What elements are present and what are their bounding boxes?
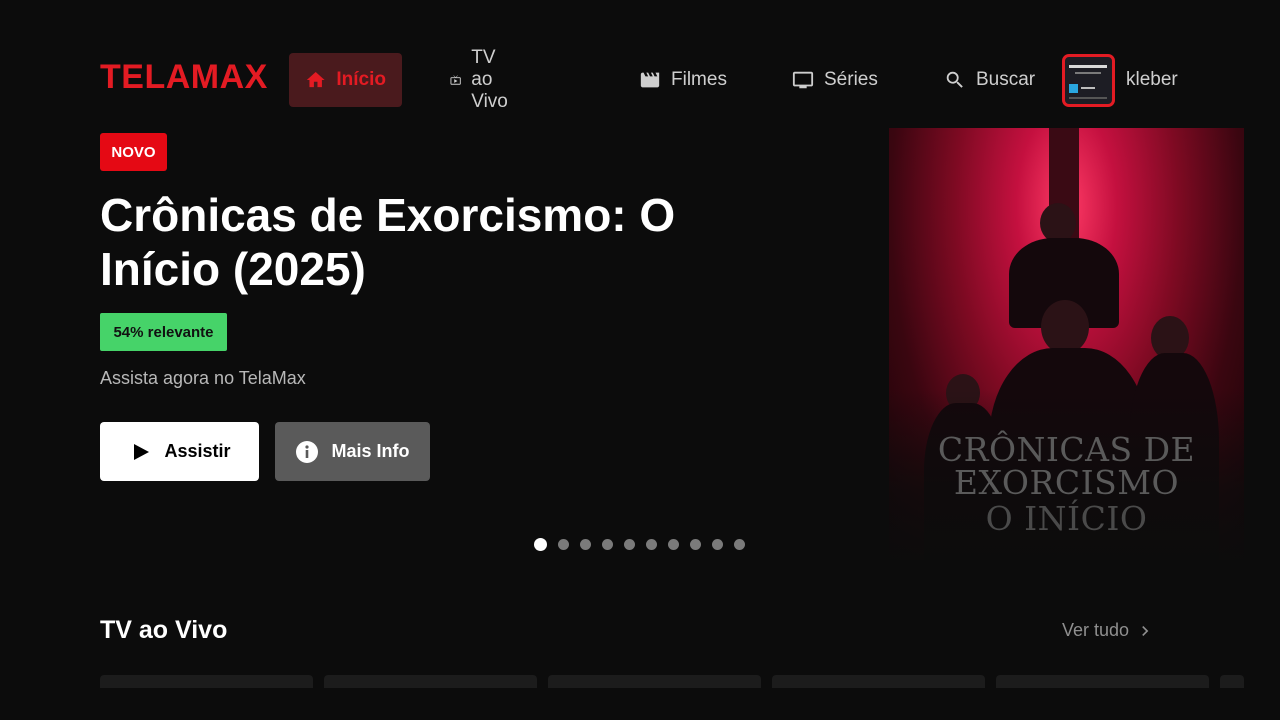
new-badge: NOVO (100, 133, 167, 171)
carousel-indicator (534, 538, 745, 551)
nav-label-inicio: Início (336, 69, 386, 90)
nav-label-buscar: Buscar (976, 69, 1036, 90)
play-icon (134, 443, 150, 460)
carousel-dot[interactable] (624, 539, 635, 550)
carousel-dot[interactable] (646, 539, 657, 550)
channel-card[interactable] (548, 675, 761, 688)
more-info-button[interactable]: Mais Info (275, 422, 430, 481)
search-icon (946, 71, 963, 88)
carousel-dot[interactable] (602, 539, 613, 550)
nav-item-tv-ao-vivo[interactable]: TV ao Vivo (450, 47, 519, 112)
profile-username[interactable]: kleber (1126, 69, 1178, 91)
profile-avatar[interactable] (1062, 54, 1115, 107)
see-all-link[interactable]: Ver tudo (1062, 620, 1155, 641)
tv-monitor-icon (792, 71, 814, 89)
channel-card[interactable] (324, 675, 537, 688)
nav-item-filmes[interactable]: Filmes (639, 53, 727, 107)
nav-label-tv-ao-vivo: TV ao Vivo (471, 47, 508, 112)
play-button-label: Assistir (164, 441, 231, 461)
live-tv-icon (450, 75, 461, 85)
carousel-dot[interactable] (690, 539, 701, 550)
channel-card[interactable] (996, 675, 1209, 688)
hero-subtitle: Assista agora no TelaMax (100, 368, 306, 388)
poster-title-line-2: EXORCISMO (953, 463, 1180, 502)
home-icon (306, 71, 325, 88)
chevron-right-icon (1142, 625, 1149, 636)
carousel-dot[interactable] (734, 539, 745, 550)
hero-title: Crônicas de Exorcismo: O Início (2025) (100, 189, 676, 295)
hero-poster[interactable]: CRÔNICAS DE EXORCISMO O INÍCIO (889, 128, 1244, 560)
nav-item-inicio[interactable]: Início (289, 53, 402, 107)
more-info-button-label: Mais Info (331, 441, 410, 461)
channel-card[interactable] (772, 675, 985, 688)
app-root: TELAMAX Início TV ao Vivo Filmes Séries … (0, 0, 1280, 720)
channel-card[interactable] (1220, 675, 1244, 688)
play-button[interactable]: Assistir (100, 422, 259, 481)
see-all-label: Ver tudo (1062, 620, 1130, 640)
nav-item-series[interactable]: Séries (792, 53, 878, 107)
channel-card[interactable] (100, 675, 313, 688)
nav-label-filmes: Filmes (671, 69, 727, 90)
telamax-logo[interactable]: TELAMAX (100, 58, 268, 97)
relevance-badge: 54% relevante (100, 313, 227, 351)
movie-clapper-icon (640, 72, 660, 88)
carousel-dot[interactable] (668, 539, 679, 550)
poster-title-line-3: O INÍCIO (985, 499, 1148, 538)
carousel-dot[interactable] (580, 539, 591, 550)
nav-item-buscar[interactable]: Buscar (944, 53, 1035, 107)
section-title-tv-ao-vivo: TV ao Vivo (100, 616, 228, 644)
info-icon (296, 440, 319, 463)
carousel-dot[interactable] (712, 539, 723, 550)
carousel-dot[interactable] (534, 538, 547, 551)
nav-label-series: Séries (824, 69, 878, 90)
carousel-dot[interactable] (558, 539, 569, 550)
